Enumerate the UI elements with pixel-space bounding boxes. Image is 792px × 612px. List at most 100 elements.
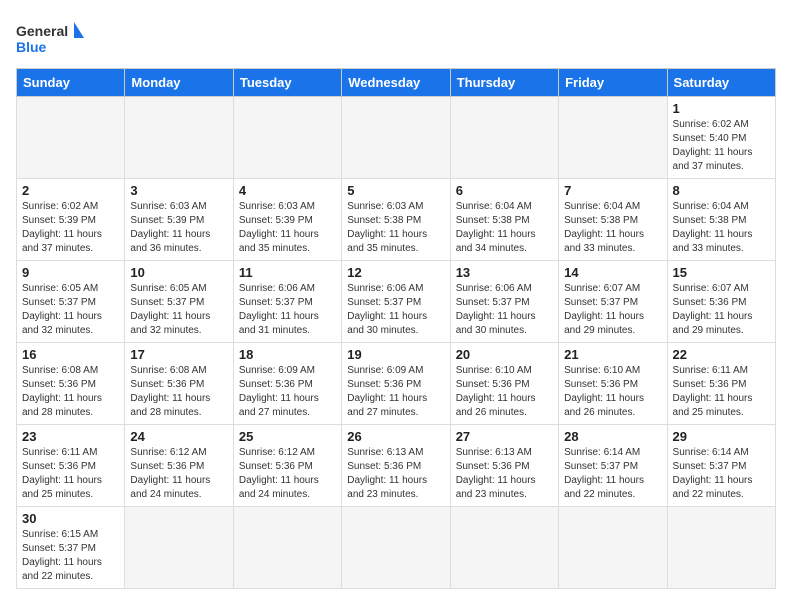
day-info: Sunrise: 6:13 AM Sunset: 5:36 PM Dayligh…	[456, 446, 553, 502]
calendar-cell	[667, 507, 775, 589]
day-number: 3	[130, 183, 227, 198]
day-info: Sunrise: 6:03 AM Sunset: 5:39 PM Dayligh…	[130, 200, 227, 256]
day-info: Sunrise: 6:12 AM Sunset: 5:36 PM Dayligh…	[130, 446, 227, 502]
calendar-cell: 16 Sunrise: 6:08 AM Sunset: 5:36 PM Dayli…	[17, 343, 125, 425]
day-number: 8	[673, 183, 770, 198]
calendar-week-row: 23 Sunrise: 6:11 AM Sunset: 5:36 PM Dayli…	[17, 425, 776, 507]
calendar-week-row: 1 Sunrise: 6:02 AM Sunset: 5:40 PM Daylig…	[17, 97, 776, 179]
day-info: Sunrise: 6:14 AM Sunset: 5:37 PM Dayligh…	[673, 446, 770, 502]
calendar-week-row: 2 Sunrise: 6:02 AM Sunset: 5:39 PM Daylig…	[17, 179, 776, 261]
day-info: Sunrise: 6:10 AM Sunset: 5:36 PM Dayligh…	[564, 364, 661, 420]
day-number: 11	[239, 265, 336, 280]
day-info: Sunrise: 6:08 AM Sunset: 5:36 PM Dayligh…	[130, 364, 227, 420]
day-info: Sunrise: 6:14 AM Sunset: 5:37 PM Dayligh…	[564, 446, 661, 502]
calendar-cell: 11 Sunrise: 6:06 AM Sunset: 5:37 PM Dayli…	[233, 261, 341, 343]
day-info: Sunrise: 6:09 AM Sunset: 5:36 PM Dayligh…	[347, 364, 444, 420]
day-number: 28	[564, 429, 661, 444]
day-info: Sunrise: 6:04 AM Sunset: 5:38 PM Dayligh…	[564, 200, 661, 256]
day-number: 22	[673, 347, 770, 362]
day-number: 14	[564, 265, 661, 280]
calendar-cell	[559, 507, 667, 589]
day-info: Sunrise: 6:04 AM Sunset: 5:38 PM Dayligh…	[673, 200, 770, 256]
calendar-cell: 13 Sunrise: 6:06 AM Sunset: 5:37 PM Dayli…	[450, 261, 558, 343]
day-info: Sunrise: 6:10 AM Sunset: 5:36 PM Dayligh…	[456, 364, 553, 420]
calendar-cell: 10Sunrise: 6:05 AM Sunset: 5:37 PM Dayli…	[125, 261, 233, 343]
day-info: Sunrise: 6:02 AM Sunset: 5:39 PM Dayligh…	[22, 200, 119, 256]
day-info: Sunrise: 6:11 AM Sunset: 5:36 PM Dayligh…	[22, 446, 119, 502]
calendar-cell: 9 Sunrise: 6:05 AM Sunset: 5:37 PM Daylig…	[17, 261, 125, 343]
svg-text:General: General	[16, 23, 68, 39]
calendar-cell: 5 Sunrise: 6:03 AM Sunset: 5:38 PM Daylig…	[342, 179, 450, 261]
calendar-header-wednesday: Wednesday	[342, 69, 450, 97]
calendar-cell	[125, 97, 233, 179]
day-number: 6	[456, 183, 553, 198]
day-number: 16	[22, 347, 119, 362]
day-number: 12	[347, 265, 444, 280]
header: GeneralBlue	[16, 16, 776, 62]
day-info: Sunrise: 6:04 AM Sunset: 5:38 PM Dayligh…	[456, 200, 553, 256]
day-number: 25	[239, 429, 336, 444]
calendar-cell: 24Sunrise: 6:12 AM Sunset: 5:36 PM Dayli…	[125, 425, 233, 507]
calendar-cell: 15Sunrise: 6:07 AM Sunset: 5:36 PM Dayli…	[667, 261, 775, 343]
calendar-cell: 30Sunrise: 6:15 AM Sunset: 5:37 PM Dayli…	[17, 507, 125, 589]
calendar-cell: 8 Sunrise: 6:04 AM Sunset: 5:38 PM Daylig…	[667, 179, 775, 261]
calendar-header-saturday: Saturday	[667, 69, 775, 97]
calendar-cell: 18Sunrise: 6:09 AM Sunset: 5:36 PM Dayli…	[233, 343, 341, 425]
day-info: Sunrise: 6:05 AM Sunset: 5:37 PM Dayligh…	[22, 282, 119, 338]
calendar-header-row: SundayMondayTuesdayWednesdayThursdayFrid…	[17, 69, 776, 97]
day-info: Sunrise: 6:11 AM Sunset: 5:36 PM Dayligh…	[673, 364, 770, 420]
calendar-header-friday: Friday	[559, 69, 667, 97]
day-number: 7	[564, 183, 661, 198]
calendar-cell: 27 Sunrise: 6:13 AM Sunset: 5:36 PM Dayli…	[450, 425, 558, 507]
calendar-cell: 19 Sunrise: 6:09 AM Sunset: 5:36 PM Dayli…	[342, 343, 450, 425]
calendar-table: SundayMondayTuesdayWednesdayThursdayFrid…	[16, 68, 776, 589]
day-info: Sunrise: 6:06 AM Sunset: 5:37 PM Dayligh…	[239, 282, 336, 338]
calendar-cell	[450, 97, 558, 179]
logo: GeneralBlue	[16, 20, 86, 62]
day-info: Sunrise: 6:03 AM Sunset: 5:39 PM Dayligh…	[239, 200, 336, 256]
calendar-cell	[233, 97, 341, 179]
calendar-cell	[17, 97, 125, 179]
day-number: 4	[239, 183, 336, 198]
day-info: Sunrise: 6:06 AM Sunset: 5:37 PM Dayligh…	[456, 282, 553, 338]
day-number: 27	[456, 429, 553, 444]
calendar-cell: 17Sunrise: 6:08 AM Sunset: 5:36 PM Dayli…	[125, 343, 233, 425]
day-number: 2	[22, 183, 119, 198]
calendar-cell: 12Sunrise: 6:06 AM Sunset: 5:37 PM Dayli…	[342, 261, 450, 343]
day-number: 29	[673, 429, 770, 444]
day-number: 1	[673, 101, 770, 116]
day-info: Sunrise: 6:02 AM Sunset: 5:40 PM Dayligh…	[673, 118, 770, 174]
svg-text:Blue: Blue	[16, 39, 47, 55]
calendar-cell: 1 Sunrise: 6:02 AM Sunset: 5:40 PM Daylig…	[667, 97, 775, 179]
day-number: 18	[239, 347, 336, 362]
calendar-cell: 22 Sunrise: 6:11 AM Sunset: 5:36 PM Dayli…	[667, 343, 775, 425]
day-info: Sunrise: 6:05 AM Sunset: 5:37 PM Dayligh…	[130, 282, 227, 338]
calendar-cell: 20Sunrise: 6:10 AM Sunset: 5:36 PM Dayli…	[450, 343, 558, 425]
calendar-cell	[450, 507, 558, 589]
calendar-header-sunday: Sunday	[17, 69, 125, 97]
calendar-cell	[233, 507, 341, 589]
day-info: Sunrise: 6:07 AM Sunset: 5:37 PM Dayligh…	[564, 282, 661, 338]
calendar-cell: 25Sunrise: 6:12 AM Sunset: 5:36 PM Dayli…	[233, 425, 341, 507]
day-number: 21	[564, 347, 661, 362]
calendar-cell	[342, 507, 450, 589]
calendar-week-row: 9 Sunrise: 6:05 AM Sunset: 5:37 PM Daylig…	[17, 261, 776, 343]
day-number: 9	[22, 265, 119, 280]
day-number: 19	[347, 347, 444, 362]
day-info: Sunrise: 6:03 AM Sunset: 5:38 PM Dayligh…	[347, 200, 444, 256]
day-info: Sunrise: 6:07 AM Sunset: 5:36 PM Dayligh…	[673, 282, 770, 338]
calendar-week-row: 16 Sunrise: 6:08 AM Sunset: 5:36 PM Dayli…	[17, 343, 776, 425]
day-number: 26	[347, 429, 444, 444]
day-number: 5	[347, 183, 444, 198]
calendar-cell: 28 Sunrise: 6:14 AM Sunset: 5:37 PM Dayli…	[559, 425, 667, 507]
day-number: 30	[22, 511, 119, 526]
calendar-cell: 14 Sunrise: 6:07 AM Sunset: 5:37 PM Dayli…	[559, 261, 667, 343]
day-number: 13	[456, 265, 553, 280]
calendar-cell: 3 Sunrise: 6:03 AM Sunset: 5:39 PM Daylig…	[125, 179, 233, 261]
calendar-cell	[559, 97, 667, 179]
day-number: 23	[22, 429, 119, 444]
calendar-cell: 23 Sunrise: 6:11 AM Sunset: 5:36 PM Dayli…	[17, 425, 125, 507]
day-info: Sunrise: 6:08 AM Sunset: 5:36 PM Dayligh…	[22, 364, 119, 420]
calendar-cell: 26Sunrise: 6:13 AM Sunset: 5:36 PM Dayli…	[342, 425, 450, 507]
calendar-cell	[342, 97, 450, 179]
